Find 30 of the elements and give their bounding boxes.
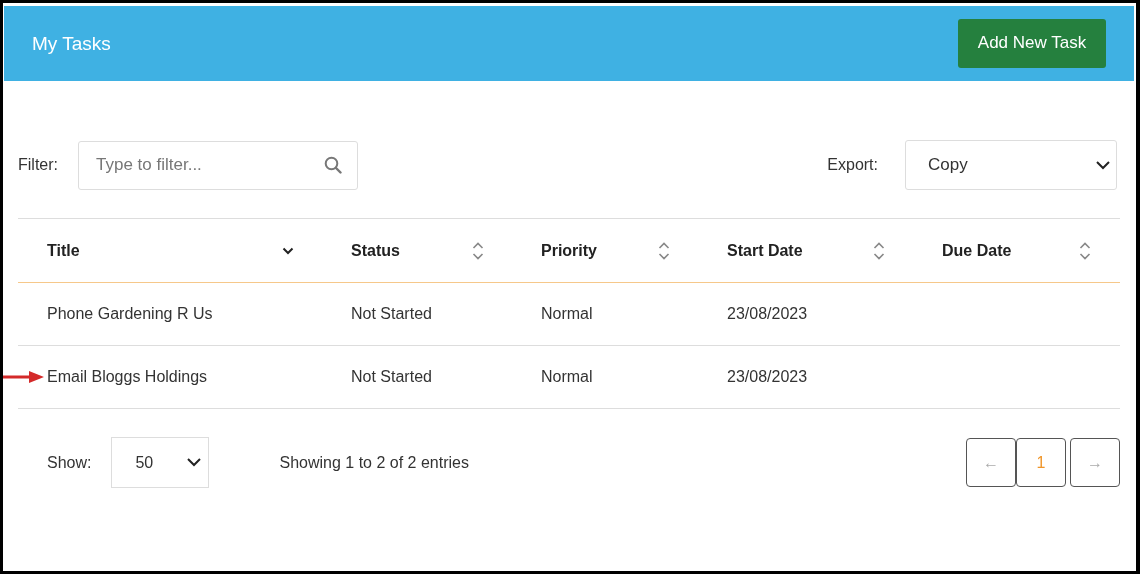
table-cell: Phone Gardening R Us: [47, 305, 213, 323]
sort-icon: [472, 240, 484, 261]
sort-icon: [658, 240, 670, 261]
table-cell: Normal: [541, 305, 593, 323]
column-header[interactable]: Due Date: [913, 219, 1119, 282]
page-title: My Tasks: [32, 32, 111, 55]
column-header[interactable]: Start Date: [698, 219, 913, 282]
table-cell: Normal: [541, 368, 593, 386]
export-label: Export:: [827, 156, 878, 174]
sort-icon: [1079, 240, 1091, 261]
filter-label: Filter:: [18, 156, 58, 174]
column-header[interactable]: Title: [18, 219, 322, 282]
filter-field[interactable]: Type to filter...: [78, 140, 358, 190]
column-header[interactable]: Priority: [512, 219, 698, 282]
table-cell: 23/08/2023: [727, 368, 808, 386]
column-header[interactable]: Status: [322, 219, 512, 282]
table-cell: 23/08/2023: [727, 305, 808, 323]
table-cell: Not Started: [351, 368, 432, 386]
add-task-button[interactable]: Add New Task: [958, 18, 1106, 68]
chevron-down-icon: [1096, 160, 1110, 170]
export-dropdown[interactable]: Copy: [905, 140, 1117, 190]
entries-summary: Showing 1 to 2 of 2 entries: [279, 453, 469, 472]
table-cell: Not Started: [351, 305, 432, 323]
table-cell: Email Bloggs Holdings: [47, 368, 208, 386]
show-label: Show:: [47, 453, 92, 472]
sort-icon: [873, 240, 885, 261]
page-size-dropdown[interactable]: 50: [111, 437, 210, 488]
search-icon: [324, 155, 342, 174]
sort-descending-icon: [282, 246, 294, 255]
chevron-down-icon: [187, 458, 202, 467]
